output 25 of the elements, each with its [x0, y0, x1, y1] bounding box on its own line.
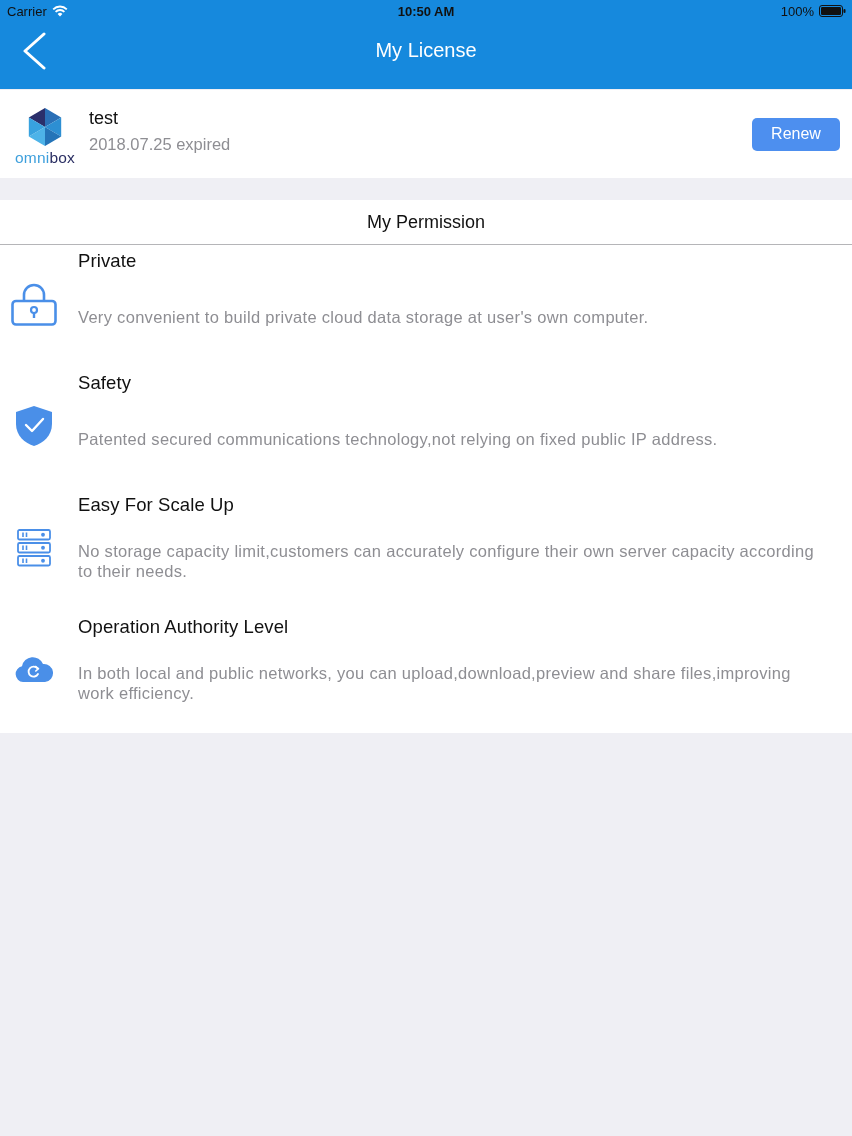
shield-check-icon [15, 405, 53, 447]
battery-percent: 100% [780, 3, 814, 19]
permission-title: Safety [78, 372, 132, 394]
license-expiry: 2018.07.25 expired [89, 135, 232, 154]
renew-button[interactable]: Renew [752, 117, 840, 151]
permission-description: Patented secured communications technology,not relying on fixed public IP address. [78, 429, 718, 449]
logo-wordmark: omnibox [15, 149, 75, 167]
hexagon-logo-icon [27, 107, 63, 147]
battery-icon [819, 5, 846, 17]
server-stack-icon [17, 529, 51, 567]
section-title: My Permission [367, 211, 485, 233]
permission-description: In both local and public networks, you can upload,download,preview and share files,improving work efficiency. [78, 663, 792, 703]
permission-description: No storage capacity limit,customers can accurately configure their own server capacity according to their needs. [78, 541, 815, 581]
permission-title: Easy For Scale Up [78, 494, 234, 516]
permission-title: Private [78, 250, 137, 272]
permission-description: Very convenient to build private cloud data storage at user's own computer. [78, 307, 649, 327]
padlock-icon [11, 282, 57, 326]
status-time: 10:50 AM [397, 3, 455, 19]
page-title: My License [375, 39, 477, 62]
back-chevron-icon[interactable] [22, 32, 46, 70]
license-name: test [89, 108, 119, 129]
carrier-label: Carrier [7, 3, 47, 19]
wifi-icon [51, 5, 68, 17]
permission-title: Operation Authority Level [78, 616, 289, 638]
cloud-refresh-icon [14, 657, 54, 683]
